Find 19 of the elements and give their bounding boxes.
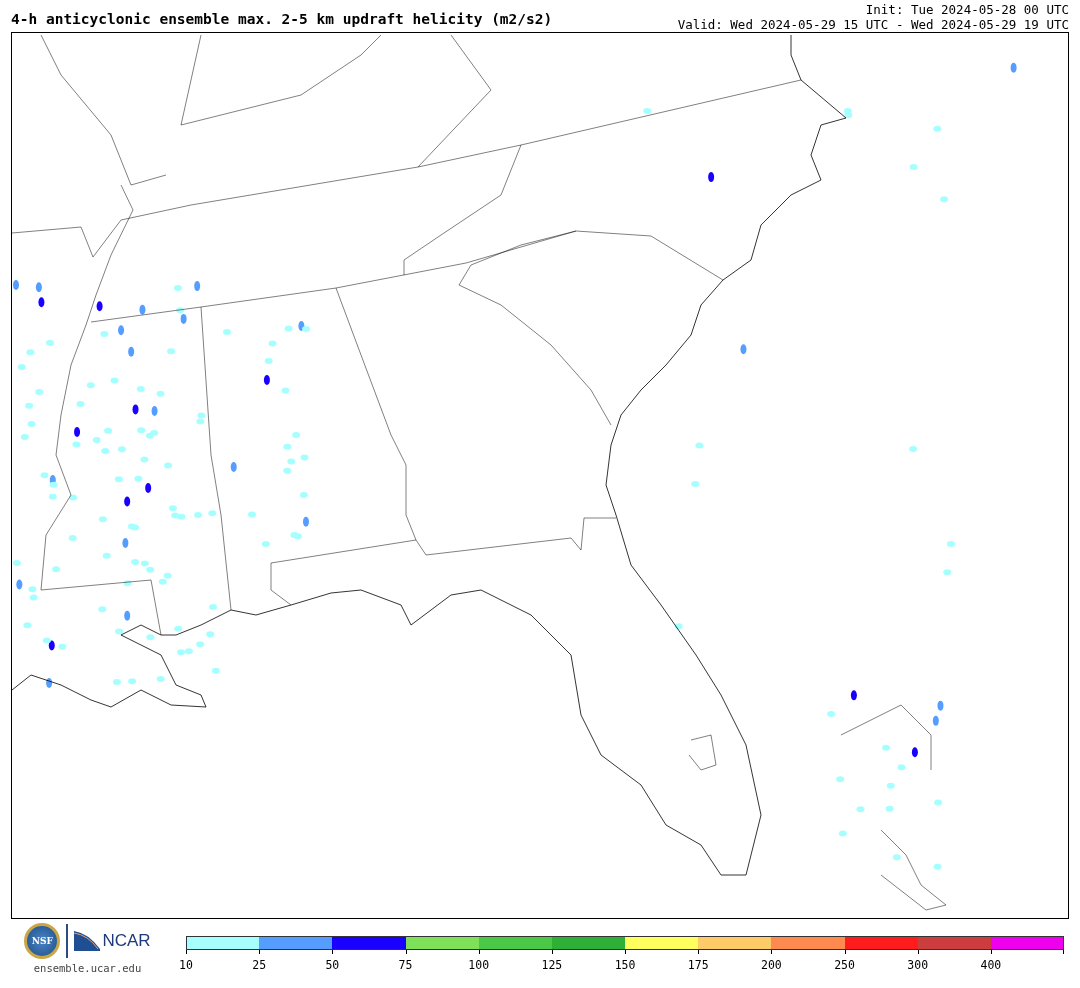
colorbar-label: 75 (398, 958, 413, 972)
colorbar-label: 400 (980, 958, 1002, 972)
init-time: Init: Tue 2024-05-28 00 UTC (865, 2, 1069, 17)
colorbar-label: 25 (252, 958, 267, 972)
colorbar-label: 100 (468, 958, 490, 972)
colorbar-label: 200 (761, 958, 782, 972)
ncar-swoosh-icon (74, 931, 101, 951)
colorbar-label: 300 (907, 958, 929, 972)
website-url: ensemble.ucar.edu (33, 962, 142, 974)
nsf-logo: NSF (24, 923, 61, 959)
colorbar-label: 50 (325, 958, 340, 972)
colorbar-label: 10 (179, 958, 193, 972)
colorbar-label: 150 (614, 958, 636, 972)
map-title: 4-h anticyclonic ensemble max. 2-5 km updraft helicity (m2/s2) (11, 11, 553, 29)
ncar-logo: NCAR (102, 931, 151, 951)
colorbar-label: 175 (687, 958, 709, 972)
colorbar-label: 125 (541, 958, 563, 972)
colorbar-label: 250 (834, 958, 855, 972)
valid-time: Valid: Wed 2024-05-29 15 UTC - Wed 2024-05-29 19 UTC (677, 17, 1069, 32)
